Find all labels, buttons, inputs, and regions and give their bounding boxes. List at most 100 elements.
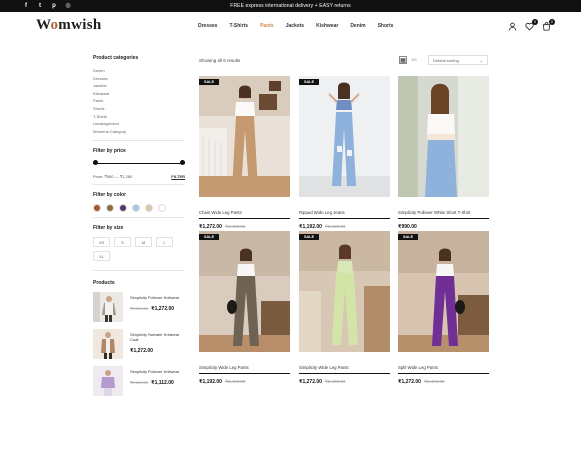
category-item[interactable]: Jackets <box>93 82 185 90</box>
price-range-text: Price: ₹560 — ₹1,280 <box>93 174 133 180</box>
size-option-m[interactable]: M <box>135 237 152 248</box>
sidebar-product-info: Simplicity Pullover Knitwear ₹2,600.00 ₹1… <box>130 366 182 398</box>
color-swatch[interactable] <box>145 204 153 213</box>
category-item[interactable]: Kishwear <box>93 90 185 98</box>
product-thumbnail[interactable] <box>93 329 123 360</box>
old-price: ₹2,490.00 <box>224 224 246 229</box>
product-name[interactable]: Simplicity Pullover Knitwear <box>130 369 182 374</box>
color-swatch[interactable] <box>93 204 101 213</box>
product-image[interactable]: SALE <box>299 231 390 352</box>
nav-t-shirts[interactable]: T-Shirts <box>229 23 248 29</box>
grid-view-icon[interactable]: ▦ <box>399 56 407 64</box>
divider <box>199 218 290 219</box>
size-option-s[interactable]: S <box>114 237 131 248</box>
color-swatch[interactable] <box>119 204 127 213</box>
sale-price: ₹1,192.00 <box>199 379 222 385</box>
sale-price: ₹1,272.00 <box>130 348 153 355</box>
cart-icon[interactable]: 0 <box>542 19 555 31</box>
product-card[interactable]: SALE Simplicity Wide Leg Pants ₹1,272.00… <box>299 231 390 385</box>
nav-pants[interactable]: Pants <box>260 23 274 29</box>
account-icon[interactable] <box>508 22 517 31</box>
product-card[interactable]: SALE Simplicity Wide Leg Pants ₹1,192.00… <box>199 231 290 385</box>
product-image[interactable] <box>398 76 489 197</box>
sale-price: ₹1,272.00 <box>151 306 175 313</box>
size-option-xl[interactable]: XL <box>93 251 110 262</box>
sidebar-product[interactable]: Simplicity Sweater Knitwear Coat ₹1,272.… <box>93 329 185 361</box>
product-card[interactable]: SALE Split Wide Leg Pants ₹1,272.00 ₹2,49… <box>398 231 489 385</box>
price-slider-min-handle[interactable] <box>93 160 98 166</box>
product-price: ₹2,600.00 ₹1,272.00 <box>130 306 182 312</box>
product-card[interactable]: Simplicity Pullover White Short T-Shirt … <box>398 76 489 230</box>
sort-dropdown[interactable]: Default sorting ⌄ <box>428 55 488 65</box>
product-image[interactable]: SALE <box>199 76 290 197</box>
product-name[interactable]: Ripped Wide Leg Jeans <box>299 210 390 215</box>
product-name[interactable]: Simplicity Pullover Knitwear <box>130 295 182 300</box>
product-thumbnail[interactable] <box>93 366 123 397</box>
product-card[interactable]: SALE Ripped Wide Leg Jeans ₹1,192.00 ₹2,4… <box>299 76 390 230</box>
size-option-l[interactable]: L <box>156 237 173 248</box>
category-item[interactable]: Womens Category <box>93 128 185 136</box>
size-option-xs[interactable]: XS <box>93 237 110 248</box>
category-item[interactable]: Pants <box>93 97 185 105</box>
product-price: ₹990.00 <box>398 224 489 230</box>
product-image[interactable]: SALE <box>199 231 290 352</box>
product-name[interactable]: Simplicity Sweater Knitwear Coat <box>130 332 182 342</box>
product-image[interactable]: SALE <box>299 76 390 197</box>
color-swatch[interactable] <box>106 204 114 213</box>
divider <box>93 140 185 142</box>
sidebar-product[interactable]: Simplicity Pullover Knitwear ₹2,600.00 ₹1… <box>93 292 185 324</box>
product-image[interactable]: SALE <box>398 231 489 352</box>
color-swatch[interactable] <box>158 204 166 213</box>
category-item[interactable]: T-Shirts <box>93 113 185 121</box>
site-header: Womwish Dresses T-Shirts Pants Jackets K… <box>0 12 581 42</box>
divider <box>93 270 185 272</box>
logo[interactable]: Womwish <box>36 17 101 34</box>
nav-denim[interactable]: Denim <box>350 23 365 29</box>
old-price: ₹2,490.00 <box>224 379 246 384</box>
product-name[interactable]: Simplicity Wide Leg Pants <box>199 365 290 370</box>
product-price: ₹1,192.00 ₹2,490.00 <box>199 379 290 385</box>
sale-badge: SALE <box>199 234 220 240</box>
product-card[interactable]: SALE Chain Wide Leg Pants ₹1,272.00 ₹2,49… <box>199 76 290 230</box>
products-widget-title: Products <box>93 280 115 287</box>
price-slider[interactable] <box>93 160 185 166</box>
product-name[interactable]: Simplicity Wide Leg Pants <box>299 365 390 370</box>
category-item[interactable]: Shorts <box>93 105 185 113</box>
nav-shorts[interactable]: Shorts <box>378 23 394 29</box>
grid-view-switcher: ▦ 3/4 <box>399 56 418 64</box>
divider <box>299 218 390 219</box>
product-price: ₹1,272.00 <box>130 348 182 354</box>
nav-kishwear[interactable]: Kishwear <box>316 23 338 29</box>
color-swatches <box>93 204 185 213</box>
divider <box>199 373 290 374</box>
column-count[interactable]: 3/4 <box>410 56 418 64</box>
color-swatch[interactable] <box>132 204 140 213</box>
sale-price: ₹1,272.00 <box>398 379 421 385</box>
wishlist-icon[interactable]: 0 <box>525 19 538 31</box>
filter-sidebar: Product categories Denim Dresses Jackets… <box>93 55 185 403</box>
divider <box>93 217 185 219</box>
nav-jackets[interactable]: Jackets <box>286 23 304 29</box>
sale-price: ₹990.00 <box>398 224 417 230</box>
product-name[interactable]: Chain Wide Leg Pants <box>199 210 290 215</box>
category-item[interactable]: Dresses <box>93 75 185 83</box>
wishlist-count-badge: 0 <box>532 19 538 25</box>
shop-toolbar: Showing all 6 results ▦ 3/4 Default sort… <box>199 55 489 67</box>
product-price: ₹1,272.00 ₹2,490.00 <box>299 379 390 385</box>
price-slider-max-handle[interactable] <box>180 160 185 166</box>
old-price: ₹2,600.00 <box>130 380 149 386</box>
product-name[interactable]: Simplicity Pullover White Short T-Shirt <box>398 210 489 215</box>
product-price: ₹1,192.00 ₹2,490.00 <box>299 224 390 230</box>
product-thumbnail[interactable] <box>93 292 123 323</box>
chevron-down-icon: ⌄ <box>479 58 483 63</box>
filter-button[interactable]: FILTER <box>171 174 185 179</box>
cart-count-badge: 0 <box>549 19 555 25</box>
sidebar-product-info: Simplicity Pullover Knitwear ₹2,600.00 ₹1… <box>130 292 182 324</box>
product-name[interactable]: Split Wide Leg Pants <box>398 365 489 370</box>
nav-dresses[interactable]: Dresses <box>198 23 217 29</box>
sidebar-product[interactable]: Simplicity Pullover Knitwear ₹2,600.00 ₹1… <box>93 366 185 398</box>
category-item[interactable]: Denim <box>93 67 185 75</box>
product-listing: Showing all 6 results ▦ 3/4 Default sort… <box>199 55 489 385</box>
categories-title: Product categories <box>93 55 139 61</box>
category-item[interactable]: Uncategorized <box>93 120 185 128</box>
